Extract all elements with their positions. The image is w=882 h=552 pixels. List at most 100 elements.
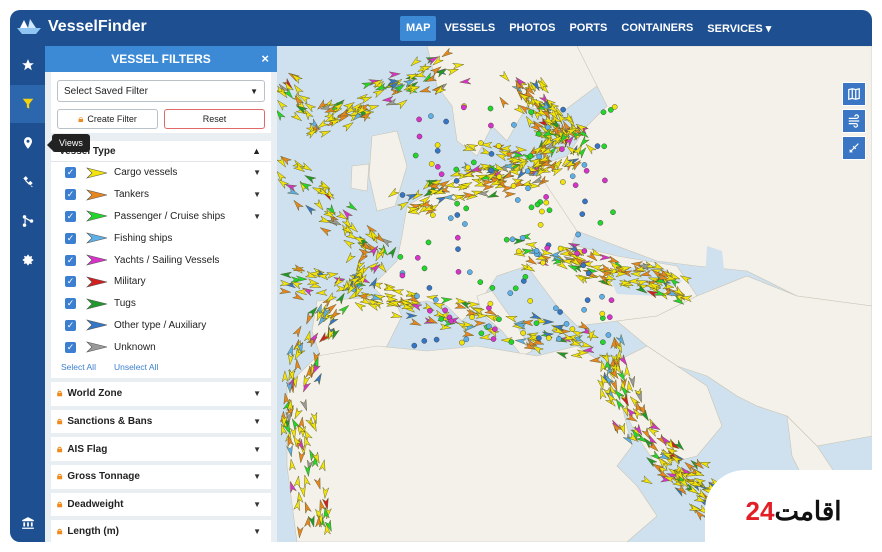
moored-vessel-dot[interactable] [503, 236, 510, 243]
chevron-down-icon[interactable]: ▼ [253, 212, 261, 221]
moored-vessel-dot[interactable] [585, 270, 592, 276]
views-button[interactable] [10, 124, 45, 162]
moored-vessel-dot[interactable] [427, 307, 433, 314]
close-icon[interactable]: × [261, 51, 269, 66]
moored-vessel-dot[interactable] [580, 262, 587, 269]
moored-vessel-dot[interactable] [569, 173, 576, 179]
moored-vessel-dot[interactable] [610, 209, 616, 215]
moored-vessel-dot[interactable] [416, 116, 422, 123]
moored-vessel-dot[interactable] [556, 336, 562, 342]
moored-vessel-dot[interactable] [533, 320, 540, 327]
moored-vessel-dot[interactable] [515, 248, 522, 254]
moored-vessel-dot[interactable] [524, 168, 531, 174]
moored-vessel-dot[interactable] [528, 109, 534, 115]
moored-vessel-dot[interactable] [534, 201, 541, 208]
nav-map[interactable]: MAP [400, 16, 437, 41]
moored-vessel-dot[interactable] [599, 293, 605, 300]
moored-vessel-dot[interactable] [421, 338, 428, 344]
moored-vessel-dot[interactable] [539, 208, 545, 215]
filters-button[interactable] [10, 85, 45, 123]
moored-vessel-dot[interactable] [544, 245, 551, 251]
moored-vessel-dot[interactable] [546, 207, 553, 213]
nav-services[interactable]: SERVICES ▾ [701, 16, 777, 41]
moored-vessel-dot[interactable] [464, 164, 471, 171]
moored-vessel-dot[interactable] [599, 310, 606, 317]
reset-button[interactable]: Reset [164, 109, 265, 129]
moored-vessel-dot[interactable] [605, 332, 612, 338]
moored-vessel-dot[interactable] [438, 171, 445, 177]
vessel-type-row[interactable]: ✓ Fishing ships [51, 227, 271, 249]
moored-vessel-dot[interactable] [488, 122, 494, 129]
moored-vessel-dot[interactable] [574, 250, 580, 257]
create-filter-button[interactable]: 🔒︎ Create Filter [57, 109, 158, 129]
moored-vessel-dot[interactable] [533, 247, 540, 254]
checkbox-checked[interactable]: ✓ [65, 232, 76, 244]
moored-vessel-dot[interactable] [581, 162, 588, 168]
moored-vessel-dot[interactable] [454, 234, 461, 241]
checkbox-checked[interactable]: ✓ [65, 341, 76, 353]
moored-vessel-dot[interactable] [453, 178, 460, 184]
moored-vessel-dot[interactable] [414, 293, 420, 299]
moored-vessel-dot[interactable] [579, 211, 586, 217]
moored-vessel-dot[interactable] [433, 336, 440, 343]
moored-vessel-dot[interactable] [525, 185, 531, 192]
moored-vessel-dot[interactable] [438, 316, 445, 322]
moored-vessel-dot[interactable] [397, 254, 404, 260]
moored-vessel-dot[interactable] [509, 236, 516, 243]
moored-vessel-dot[interactable] [442, 307, 448, 314]
moored-vessel-dot[interactable] [486, 323, 492, 330]
moored-vessel-dot[interactable] [434, 148, 441, 154]
moored-vessel-dot[interactable] [492, 326, 498, 333]
moored-vessel-dot[interactable] [560, 106, 566, 113]
logo[interactable]: VesselFinder [16, 18, 147, 36]
moored-vessel-dot[interactable] [459, 339, 465, 346]
moored-vessel-dot[interactable] [496, 316, 502, 323]
moored-vessel-dot[interactable] [536, 335, 542, 341]
vessel-type-row[interactable]: ✓ Cargo vessels ▼ [51, 162, 271, 184]
route-button[interactable] [10, 202, 45, 240]
moored-vessel-dot[interactable] [399, 272, 406, 279]
moored-vessel-dot[interactable] [545, 335, 552, 341]
nav-photos[interactable]: PHOTOS [503, 16, 561, 41]
filter-section[interactable]: 🔒︎ Deadweight ▼ [51, 492, 271, 517]
moored-vessel-dot[interactable] [454, 200, 460, 207]
nav-ports[interactable]: PORTS [563, 16, 613, 41]
saved-filter-select[interactable]: Select Saved Filter ▼ [57, 80, 265, 102]
moored-vessel-dot[interactable] [414, 254, 421, 261]
checkbox-checked[interactable]: ✓ [65, 167, 76, 179]
favorites-button[interactable] [10, 46, 45, 84]
moored-vessel-dot[interactable] [569, 326, 576, 332]
vessel-type-row[interactable]: ✓ Tugs [51, 293, 271, 315]
moored-vessel-dot[interactable] [563, 321, 570, 327]
moored-vessel-dot[interactable] [432, 296, 439, 303]
satellite-button[interactable] [10, 163, 45, 201]
filter-section[interactable]: 🔒︎ AIS Flag ▼ [51, 437, 271, 461]
moored-vessel-dot[interactable] [463, 336, 470, 343]
moored-vessel-dot[interactable] [594, 143, 601, 149]
moored-vessel-dot[interactable] [490, 336, 497, 342]
checkbox-checked[interactable]: ✓ [65, 189, 76, 201]
moored-vessel-dot[interactable] [528, 204, 535, 211]
filter-section[interactable]: 🔒︎ World Zone ▼ [51, 382, 271, 406]
nav-containers[interactable]: CONTAINERS [615, 16, 699, 41]
moored-vessel-dot[interactable] [543, 199, 550, 206]
moored-vessel-dot[interactable] [606, 314, 613, 320]
moored-vessel-dot[interactable] [559, 146, 565, 152]
checkbox-checked[interactable]: ✓ [65, 276, 76, 288]
select-all-link[interactable]: Select All [61, 362, 96, 372]
moored-vessel-dot[interactable] [411, 342, 418, 349]
checkbox-checked[interactable]: ✓ [65, 319, 76, 331]
moored-vessel-dot[interactable] [428, 161, 435, 167]
moored-vessel-dot[interactable] [572, 182, 579, 188]
moored-vessel-dot[interactable] [527, 153, 534, 159]
vessel-map[interactable] [274, 45, 872, 542]
vessel-type-row[interactable]: ✓ Other type / Auxiliary [51, 315, 271, 337]
moored-vessel-dot[interactable] [487, 105, 494, 112]
chevron-down-icon[interactable]: ▼ [253, 168, 261, 177]
moored-vessel-dot[interactable] [416, 133, 423, 140]
moored-vessel-dot[interactable] [597, 219, 604, 226]
moored-vessel-dot[interactable] [601, 143, 608, 150]
moored-vessel-dot[interactable] [522, 273, 529, 280]
moored-vessel-dot[interactable] [488, 151, 495, 157]
moored-vessel-dot[interactable] [447, 215, 454, 221]
